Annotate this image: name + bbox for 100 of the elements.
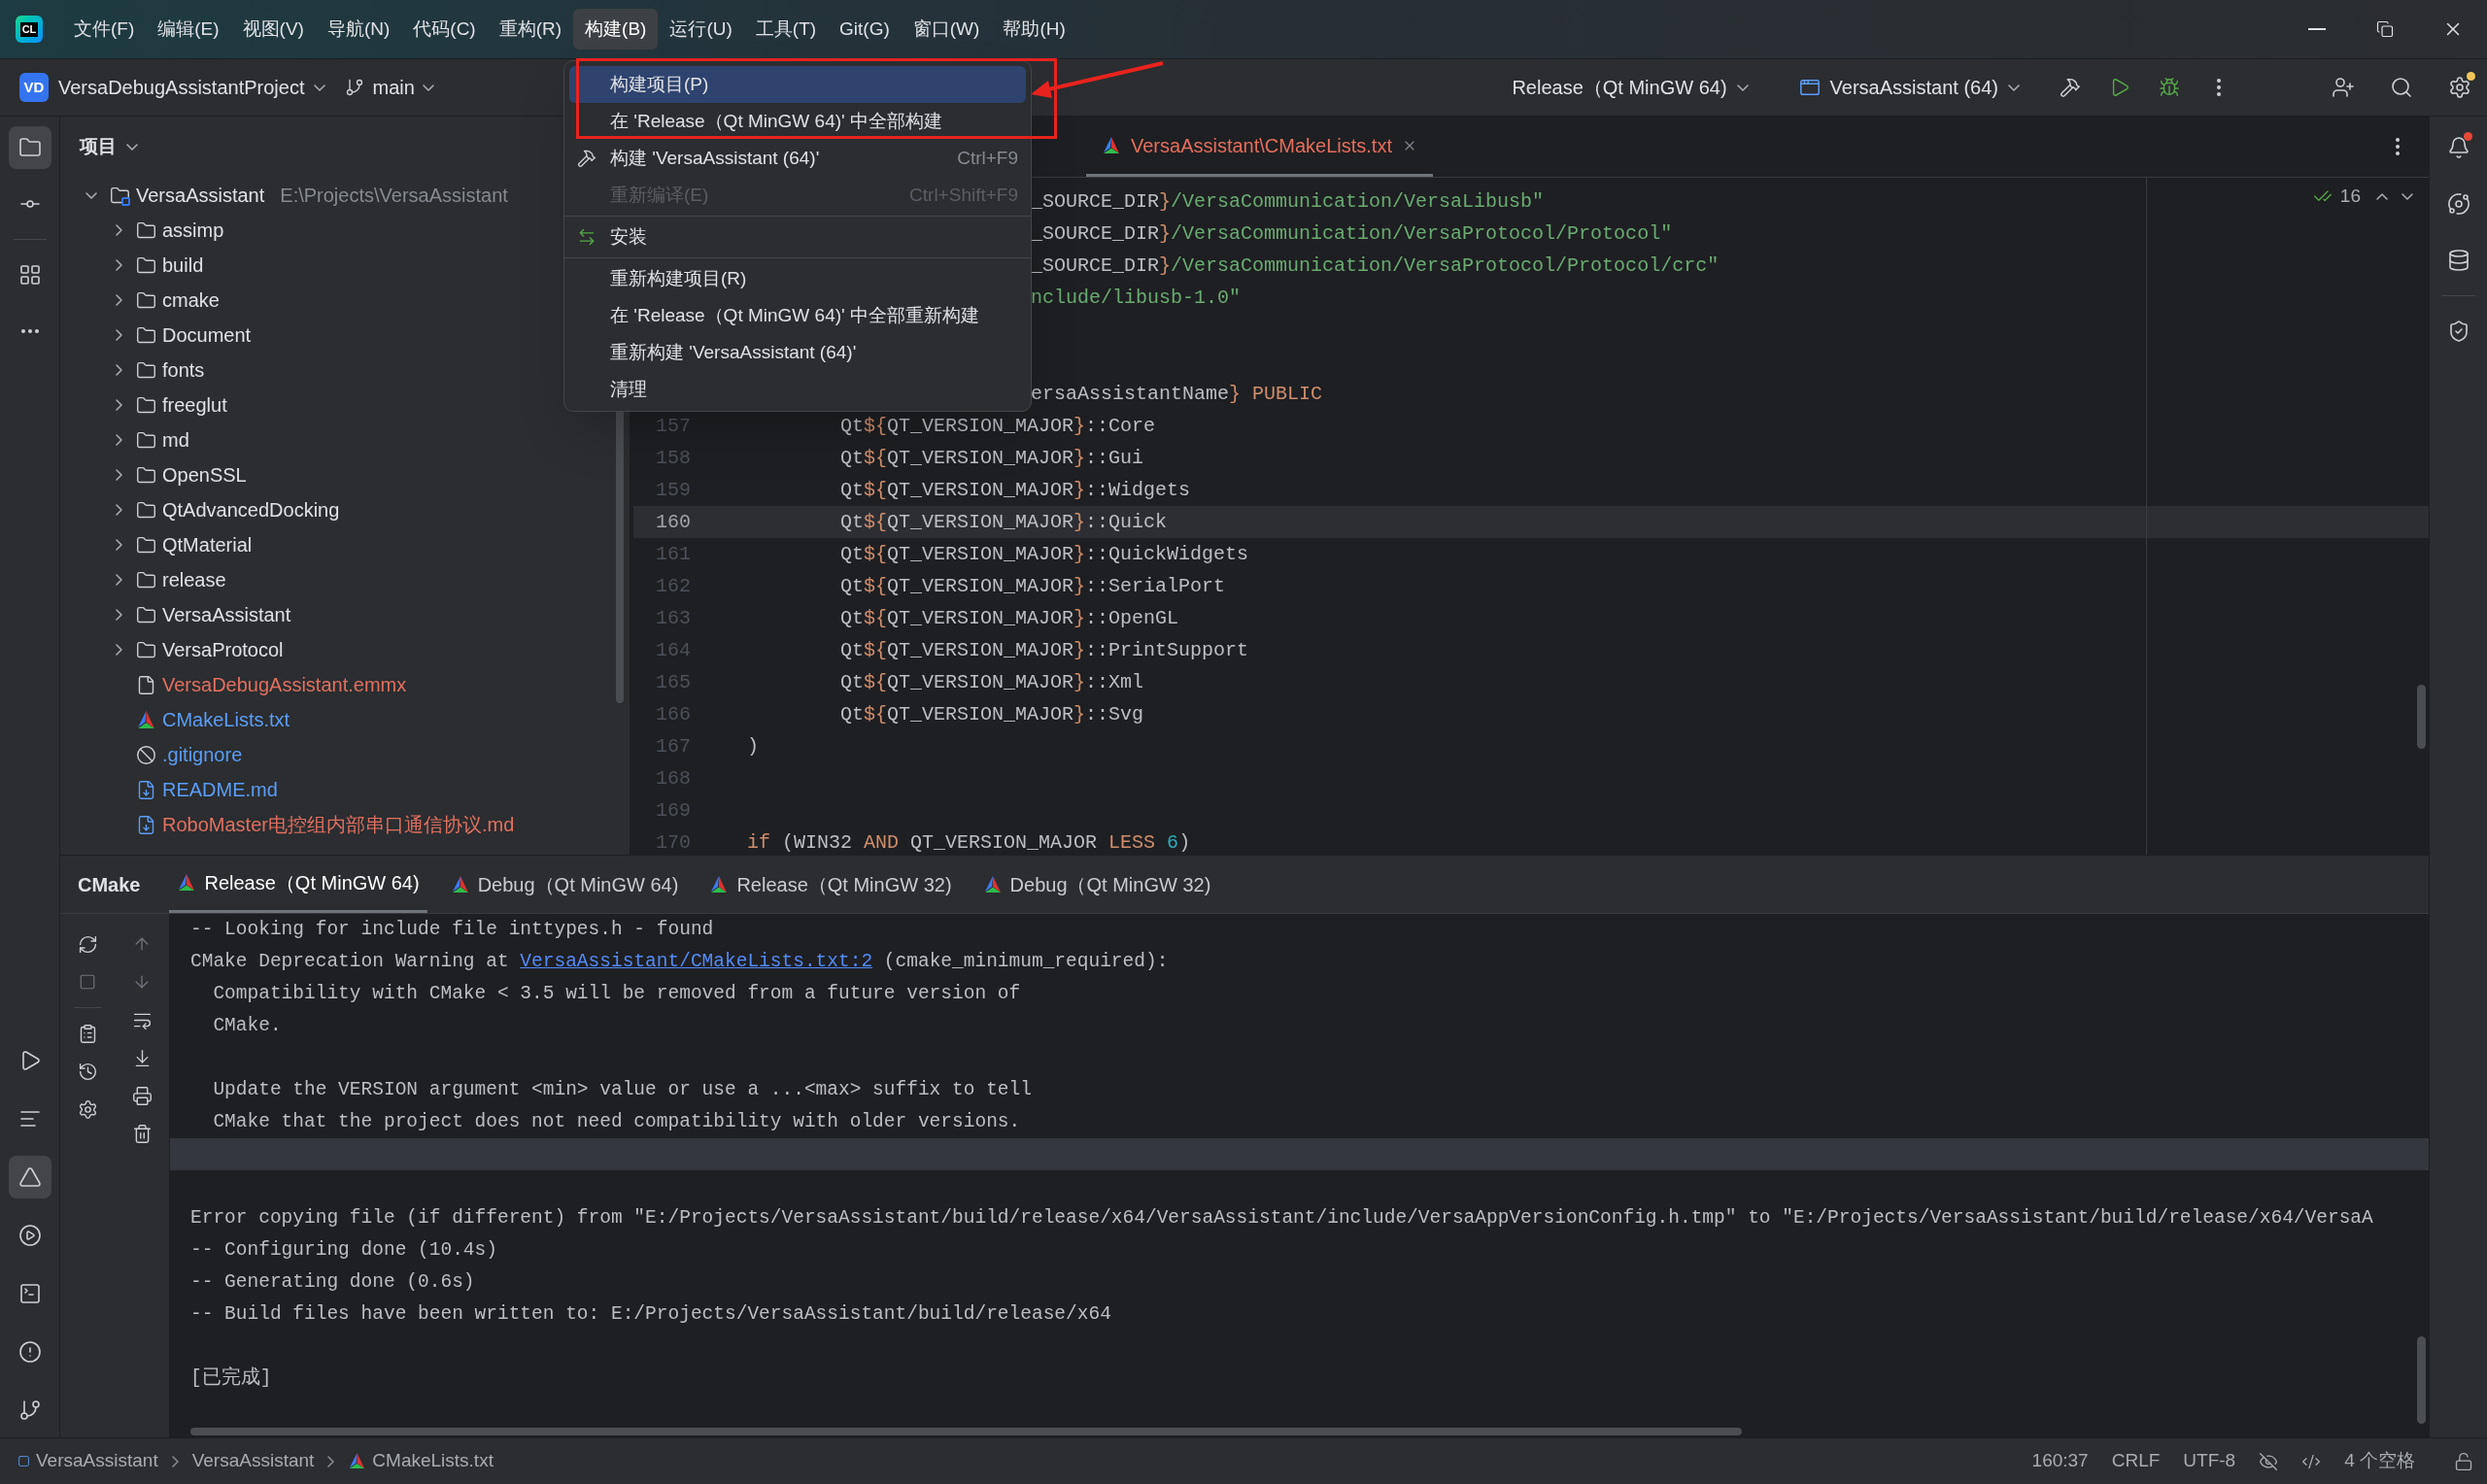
tree-item[interactable]: .gitignore	[60, 737, 247, 772]
menu-item[interactable]: 重新构建项目(R)	[569, 260, 1026, 297]
chevron-up-icon[interactable]	[2376, 192, 2388, 200]
chevron-right-icon[interactable]	[115, 294, 122, 306]
eye-off-icon[interactable]	[2259, 1451, 2279, 1471]
console-tab[interactable]: Debug（Qt MinGW 32)	[974, 856, 1219, 913]
menu-item[interactable]: 在 'Release（Qt MinGW 64)' 中全部构建	[569, 103, 1026, 140]
configuration-selector[interactable]: Release（Qt MinGW 64)	[1504, 67, 1756, 108]
search-icon	[2390, 76, 2413, 99]
tree-item[interactable]: VersaProtocol	[60, 632, 288, 667]
tree-item[interactable]: Document	[60, 318, 256, 353]
tree-item[interactable]: cmake	[60, 283, 223, 318]
code-line: Qt${QT_VERSION_MAJOR}::Xml	[839, 669, 1144, 695]
menu-item[interactable]: 清理	[569, 371, 1026, 408]
project-badge: VD	[19, 73, 49, 102]
tree-item[interactable]: VersaDebugAssistant.emmx	[60, 667, 411, 702]
chevron-down-icon	[1736, 84, 1749, 91]
refresh-icon	[77, 933, 98, 955]
tree-item[interactable]: fonts	[60, 353, 209, 388]
folder-icon	[136, 219, 156, 241]
folder-icon	[136, 254, 156, 276]
chevron-down-icon[interactable]	[85, 191, 97, 199]
folder-icon	[136, 569, 156, 590]
chevron-right-icon[interactable]	[115, 259, 122, 271]
console-tab[interactable]: Release（Qt MinGW 32)	[701, 856, 960, 913]
project-selector[interactable]: VD VersaDebugAssistantProject	[14, 67, 332, 108]
indent-setting[interactable]: 4 个空格	[2344, 1447, 2415, 1475]
chevron-right-icon[interactable]	[115, 399, 122, 411]
file-link[interactable]: VersaAssistant/CMakeLists.txt:2	[520, 950, 873, 972]
chevron-right-icon[interactable]	[115, 469, 122, 481]
tool-window-button[interactable]	[8, 1156, 51, 1198]
chevron-right-icon[interactable]	[115, 329, 122, 341]
menu-item[interactable]: 重新构建 'VersaAssistant (64)'	[569, 334, 1026, 371]
chevron-right-icon[interactable]	[115, 504, 122, 516]
menu-item[interactable]: Git(G)	[828, 9, 902, 50]
scrollbar[interactable]	[190, 1428, 1742, 1435]
line-number: 160	[656, 509, 691, 535]
app-logo: CL	[16, 16, 43, 43]
tool-window-button[interactable]	[8, 126, 51, 169]
breadcrumb[interactable]: VersaAssistant	[17, 1447, 158, 1475]
tree-item[interactable]: QtAdvancedDocking	[60, 492, 344, 527]
chevron-right-icon[interactable]	[115, 224, 122, 236]
tree-item[interactable]: freeglut	[60, 388, 231, 422]
menu-item[interactable]: 编辑(E)	[146, 9, 231, 50]
breadcrumb[interactable]: VersaAssistant	[191, 1447, 315, 1475]
console-tab[interactable]: Debug（Qt MinGW 64)	[442, 856, 687, 913]
chevron-right-icon[interactable]	[115, 574, 122, 586]
inspection-widget[interactable]: 16	[2306, 180, 2419, 213]
line-separator[interactable]: CRLF	[2111, 1447, 2161, 1475]
menu-item[interactable]: 视图(V)	[230, 9, 316, 50]
tree-item[interactable]: OpenSSL	[60, 457, 251, 492]
tree-item[interactable]: md	[60, 422, 193, 457]
settings-icon	[77, 1098, 98, 1120]
menu-item[interactable]: 运行(U)	[658, 9, 744, 50]
menu-item[interactable]: 构建(B)	[573, 9, 659, 50]
tree-item[interactable]: QtMaterial	[60, 527, 256, 562]
scrollbar[interactable]	[2417, 1336, 2426, 1424]
arrows-icon	[577, 227, 596, 247]
branch-selector[interactable]: main	[339, 67, 440, 108]
hammer-icon	[577, 149, 596, 168]
chevron-down-icon[interactable]	[126, 144, 138, 151]
chevron-right-icon[interactable]	[115, 539, 122, 551]
chevron-down-icon[interactable]	[2402, 192, 2413, 200]
unlock-icon[interactable]	[2454, 1451, 2473, 1471]
tree-item[interactable]: README.md	[60, 772, 282, 807]
editor-tab[interactable]: VersaAssistant\CMakeLists.txt	[1086, 117, 1433, 177]
tree-item[interactable]: build	[60, 248, 208, 283]
console-line: CMake that the project does not need compatibility with older versions.	[212, 1109, 1021, 1134]
menu-item[interactable]: 文件(F)	[62, 9, 147, 50]
tree-item[interactable]: assimp	[60, 213, 228, 248]
menu-item[interactable]: 窗口(W)	[901, 9, 992, 50]
scrollbar[interactable]	[2417, 685, 2426, 749]
menu-item[interactable]: 代码(C)	[401, 9, 488, 50]
menu-item[interactable]: 重构(R)	[487, 9, 574, 50]
tree-item[interactable]: VersaAssistant E:\Projects\VersaAssistant	[60, 178, 512, 213]
tree-item[interactable]: VersaAssistant	[60, 597, 295, 632]
terminal-icon	[17, 1282, 42, 1305]
menu-item[interactable]: 在 'Release（Qt MinGW 64)' 中全部重新构建	[569, 297, 1026, 334]
caret-position[interactable]: 160:37	[2031, 1447, 2089, 1475]
chevron-right-icon[interactable]	[115, 434, 122, 446]
menu-item[interactable]: 构建项目(P)	[569, 66, 1026, 103]
tree-item[interactable]: CMakeLists.txt	[60, 702, 294, 737]
branch-icon	[345, 78, 365, 97]
alert-icon	[17, 1340, 42, 1364]
menu-item[interactable]: 构建 'VersaAssistant (64)' Ctrl+F9	[569, 140, 1026, 177]
chevron-right-icon[interactable]	[115, 609, 122, 621]
menu-item[interactable]: 帮助(H)	[991, 9, 1077, 50]
menu-item[interactable]: 工具(T)	[743, 9, 829, 50]
folder-icon	[136, 604, 156, 625]
menu-item[interactable]: 安装	[569, 219, 1026, 255]
tree-item[interactable]: release	[60, 562, 230, 597]
module-folder-icon	[109, 185, 130, 206]
menu-item[interactable]: 导航(N)	[315, 9, 402, 50]
play-circle-icon	[17, 1224, 42, 1247]
run-target-selector[interactable]: VersaAssistant (64)	[1790, 67, 2027, 108]
file-encoding[interactable]: UTF-8	[2183, 1447, 2236, 1475]
tree-item[interactable]: RoboMaster电控组内部串口通信协议.md	[60, 807, 519, 842]
chevron-right-icon[interactable]	[115, 644, 122, 656]
breadcrumb[interactable]: CMakeLists.txt	[348, 1447, 494, 1475]
chevron-right-icon[interactable]	[115, 364, 122, 376]
